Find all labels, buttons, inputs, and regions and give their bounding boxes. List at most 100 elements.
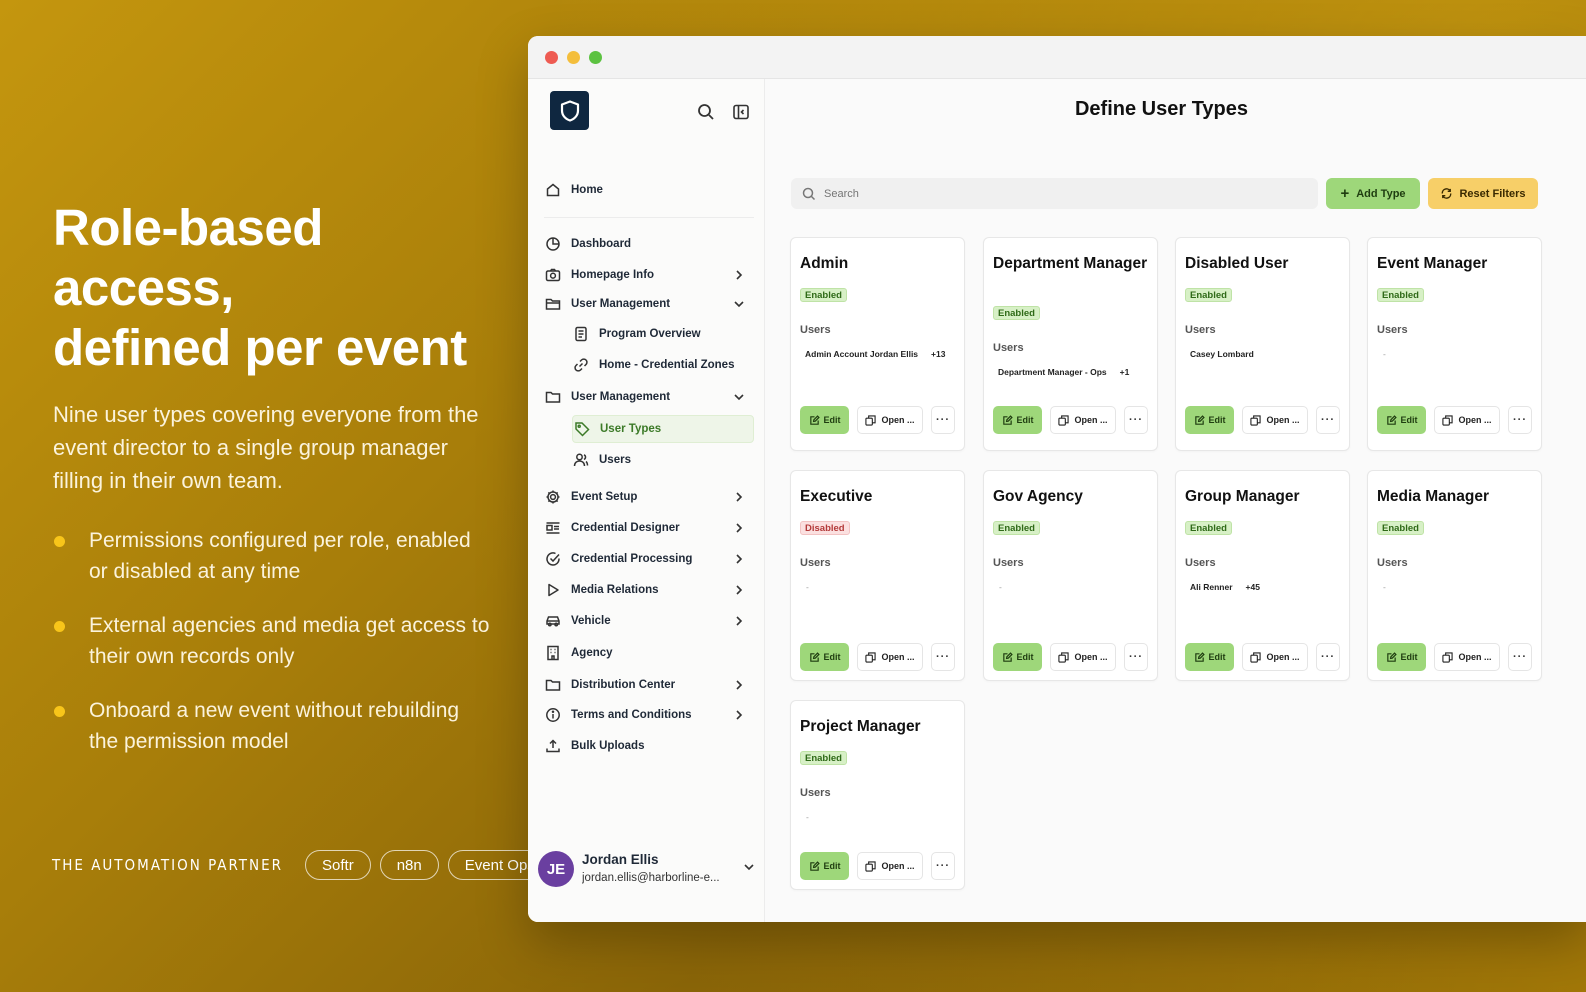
card-actions: Edit Open ... ··· — [1377, 406, 1532, 434]
search-icon[interactable] — [697, 103, 715, 121]
sidebar-item-user-management-2[interactable]: User Management — [544, 383, 756, 411]
collapse-sidebar-icon[interactable] — [732, 103, 750, 121]
copy-icon — [1442, 651, 1454, 663]
search-icon — [802, 187, 816, 200]
edit-icon — [809, 651, 820, 662]
more-options-button[interactable]: ··· — [1124, 406, 1148, 434]
sidebar-divider — [544, 217, 754, 218]
sidebar-item-user-types[interactable]: User Types — [572, 415, 754, 443]
open-button[interactable]: Open ... — [1050, 406, 1116, 434]
sidebar-item-media-relations[interactable]: Media Relations — [544, 576, 756, 604]
user-type-card[interactable]: Group Manager Enabled Users Ali Renner +… — [1175, 470, 1350, 681]
open-button[interactable]: Open ... — [857, 852, 923, 880]
sidebar-item-distribution-center[interactable]: Distribution Center — [544, 671, 756, 699]
sidebar-item-credential-processing[interactable]: Credential Processing — [544, 545, 756, 573]
window-titlebar — [528, 36, 1586, 79]
maximize-window-button[interactable] — [589, 50, 602, 64]
user-type-card[interactable]: Event Manager Enabled Users - Edit Open … — [1367, 237, 1542, 451]
more-options-button[interactable]: ··· — [1316, 406, 1340, 434]
avatar: JE — [538, 851, 574, 887]
user-type-card[interactable]: Admin Enabled Users Admin Account Jordan… — [790, 237, 965, 451]
edit-button[interactable]: Edit — [1377, 643, 1426, 671]
open-button[interactable]: Open ... — [857, 406, 923, 434]
status-badge: Enabled — [1185, 288, 1232, 302]
close-window-button[interactable] — [545, 50, 558, 64]
copy-icon — [1058, 651, 1070, 663]
user-profile[interactable]: JE Jordan Ellis jordan.ellis@harborline-… — [538, 848, 756, 892]
search-box[interactable] — [791, 178, 1318, 209]
sidebar-item-event-setup[interactable]: Event Setup — [544, 483, 756, 511]
sidebar-item-dashboard[interactable]: Dashboard — [544, 230, 756, 258]
status-badge: Enabled — [1185, 521, 1232, 535]
more-options-button[interactable]: ··· — [1508, 406, 1532, 434]
add-type-button[interactable]: + Add Type — [1326, 178, 1420, 209]
sidebar-item-credential-designer[interactable]: Credential Designer — [544, 514, 756, 542]
hero-title: Role-based access, defined per event — [53, 198, 493, 378]
bullet-text: Permissions configured per role, enabled… — [89, 529, 471, 583]
edit-icon — [809, 860, 820, 871]
open-button[interactable]: Open ... — [1050, 643, 1116, 671]
sidebar-item-homepage-info[interactable]: Homepage Info — [544, 261, 756, 289]
sidebar-item-terms[interactable]: Terms and Conditions — [544, 701, 756, 729]
tag-pill: n8n — [379, 850, 439, 880]
sidebar-item-user-management[interactable]: User Management — [544, 290, 756, 318]
copy-icon — [1442, 414, 1454, 426]
sidebar-item-users[interactable]: Users — [572, 446, 754, 474]
sidebar-item-credential-zones[interactable]: Home - Credential Zones — [572, 351, 754, 379]
more-options-button[interactable]: ··· — [931, 643, 955, 671]
users-list: Admin Account Jordan Ellis +13 — [800, 346, 956, 362]
sidebar-item-bulk-uploads[interactable]: Bulk Uploads — [544, 732, 756, 760]
edit-button[interactable]: Edit — [800, 643, 849, 671]
users-list: - — [993, 579, 1149, 595]
more-options-button[interactable]: ··· — [1124, 643, 1148, 671]
user-chip: - — [801, 580, 814, 594]
user-type-card[interactable]: Gov Agency Enabled Users - Edit Open ...… — [983, 470, 1158, 681]
more-options-button[interactable]: ··· — [931, 406, 955, 434]
building-icon — [544, 644, 562, 662]
user-type-card[interactable]: Executive Disabled Users - Edit Open ...… — [790, 470, 965, 681]
bullet-dot-icon — [54, 621, 65, 632]
open-button[interactable]: Open ... — [1434, 406, 1500, 434]
edit-button[interactable]: Edit — [1377, 406, 1426, 434]
reset-filters-button[interactable]: Reset Filters — [1428, 178, 1538, 209]
user-type-card[interactable]: Disabled User Enabled Users Casey Lombar… — [1175, 237, 1350, 451]
more-options-button[interactable]: ··· — [931, 852, 955, 880]
edit-button[interactable]: Edit — [800, 406, 849, 434]
app-window: Home Dashboard Homepage Info User Manage… — [528, 36, 1586, 922]
more-users-count: +45 — [1245, 582, 1260, 592]
more-options-button[interactable]: ··· — [1508, 643, 1532, 671]
card-title: Group Manager — [1185, 488, 1300, 505]
app-logo[interactable] — [550, 91, 589, 130]
sidebar-item-home[interactable]: Home — [544, 176, 756, 204]
sidebar-item-agency[interactable]: Agency — [544, 639, 756, 667]
sidebar-item-vehicle[interactable]: Vehicle — [544, 607, 756, 635]
edit-button[interactable]: Edit — [1185, 406, 1234, 434]
card-title: Admin — [800, 255, 849, 272]
users-label: Users — [1185, 557, 1216, 569]
sidebar-item-label: Homepage Info — [571, 269, 655, 281]
edit-button[interactable]: Edit — [993, 643, 1042, 671]
sidebar-item-label: Home - Credential Zones — [599, 359, 735, 371]
open-button[interactable]: Open ... — [1242, 406, 1308, 434]
edit-button[interactable]: Edit — [993, 406, 1042, 434]
edit-button[interactable]: Edit — [1185, 643, 1234, 671]
chevron-right-icon — [736, 554, 743, 564]
open-button[interactable]: Open ... — [1434, 643, 1500, 671]
users-list: - — [800, 809, 956, 825]
user-chip: Ali Renner — [1185, 580, 1238, 594]
bullet-dot-icon — [54, 536, 65, 547]
user-type-card[interactable]: Project Manager Enabled Users - Edit Ope… — [790, 700, 965, 890]
search-input[interactable] — [824, 187, 1304, 200]
open-button[interactable]: Open ... — [857, 643, 923, 671]
users-label: Users — [1185, 324, 1216, 336]
chevron-right-icon — [736, 616, 743, 626]
minimize-window-button[interactable] — [567, 50, 580, 64]
user-type-card[interactable]: Department Manager Enabled Users Departm… — [983, 237, 1158, 451]
more-options-button[interactable]: ··· — [1316, 643, 1340, 671]
sidebar-item-program-overview[interactable]: Program Overview — [572, 320, 754, 348]
user-type-card[interactable]: Media Manager Enabled Users - Edit Open … — [1367, 470, 1542, 681]
shield-icon — [560, 99, 579, 122]
open-button[interactable]: Open ... — [1242, 643, 1308, 671]
status-badge: Enabled — [993, 521, 1040, 535]
edit-button[interactable]: Edit — [800, 852, 849, 880]
